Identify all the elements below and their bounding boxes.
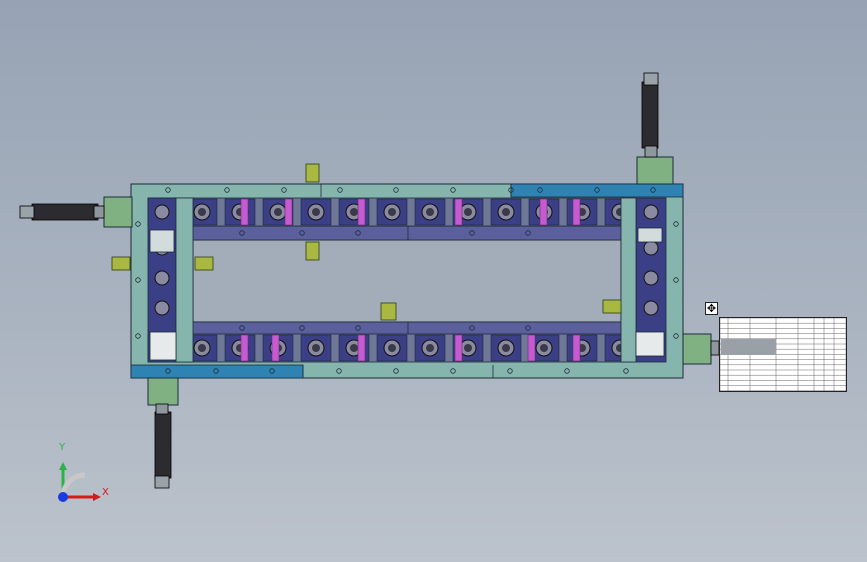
triad-axes[interactable] (50, 455, 110, 510)
cylinder-mount-right (682, 333, 712, 365)
locating-pin (240, 334, 249, 362)
locating-pin (572, 334, 581, 362)
bom-table[interactable] (719, 317, 847, 392)
top-rail (176, 225, 622, 241)
cylinder-bottom-rod (155, 403, 169, 415)
locating-pin (454, 198, 463, 226)
left-column-strip (175, 197, 194, 363)
sensor-bracket (305, 241, 320, 261)
cylinder-right-rod (710, 340, 720, 356)
frame-inner-opening (192, 239, 622, 323)
axis-y-label: Y (59, 442, 66, 453)
locating-pin (240, 198, 249, 226)
sensor-bracket (380, 302, 397, 321)
clamp-bolt-hole (312, 208, 320, 216)
clamp-bolt-hole (502, 344, 510, 352)
cylinder-bottom-body (154, 411, 172, 479)
sensor-bracket (111, 256, 131, 271)
clamp-bolt-hole (350, 344, 358, 352)
clamp-bolt-hole (388, 344, 396, 352)
clamp-bolt-hole (350, 208, 358, 216)
sensor-bracket (194, 256, 214, 271)
column-bolt (154, 300, 170, 316)
column-bolt (643, 204, 659, 220)
clamp-bolt-hole (274, 208, 282, 216)
graphics-viewport[interactable]: ✥ Y X (0, 0, 867, 562)
clamp-bolt-hole (426, 344, 434, 352)
left-upper-block (149, 229, 175, 253)
bom-move-handle[interactable]: ✥ (705, 302, 718, 315)
cylinder-left-body (31, 203, 99, 221)
clamp-bolt-hole (198, 344, 206, 352)
bom-highlight-rows (721, 339, 776, 355)
locating-pin (357, 198, 366, 226)
column-bolt (154, 270, 170, 286)
frame-bottom-blue-segment (130, 364, 304, 379)
axis-x-arrow (93, 493, 101, 501)
right-upper-block (637, 227, 663, 243)
column-bolt (154, 204, 170, 220)
column-bolt (643, 300, 659, 316)
cylinder-top-fitting (643, 72, 659, 86)
axis-x-label: X (102, 487, 109, 498)
locating-pin (527, 334, 536, 362)
right-column-strip (620, 197, 637, 363)
clamp-bolt-hole (464, 344, 472, 352)
assembly-model[interactable] (0, 0, 867, 562)
bom-table-grid (719, 317, 847, 392)
clamp-bolt-hole (464, 208, 472, 216)
sensor-bracket (305, 163, 320, 183)
column-bolt (643, 240, 659, 256)
cylinder-left-fitting (19, 205, 35, 219)
locating-pin (284, 198, 293, 226)
column-bolt (643, 270, 659, 286)
locating-pin (539, 198, 548, 226)
axis-y-arrow (59, 462, 67, 470)
cylinder-left-rod (93, 205, 105, 219)
right-lower-block (635, 331, 665, 357)
locating-pin (357, 334, 366, 362)
clamp-bolt-hole (540, 344, 548, 352)
cylinder-top-rod (644, 145, 658, 158)
locating-pin (572, 198, 581, 226)
sensor-bracket (602, 299, 622, 314)
axis-z-dot (58, 492, 68, 502)
clamp-bolt-hole (426, 208, 434, 216)
cylinder-bottom-fitting (154, 475, 170, 489)
cylinder-mount-left (103, 196, 133, 228)
cylinder-mount-top (636, 156, 674, 185)
clamp-bolt-hole (312, 344, 320, 352)
left-lower-block (149, 331, 177, 361)
frame-top-blue-segment (510, 183, 684, 198)
clamp-bolt-hole (388, 208, 396, 216)
clamp-bolt-hole (198, 208, 206, 216)
locating-pin (271, 334, 280, 362)
cylinder-mount-bottom (147, 377, 179, 406)
cylinder-top-body (641, 81, 659, 149)
locating-pin (454, 334, 463, 362)
clamp-bolt-hole (502, 208, 510, 216)
